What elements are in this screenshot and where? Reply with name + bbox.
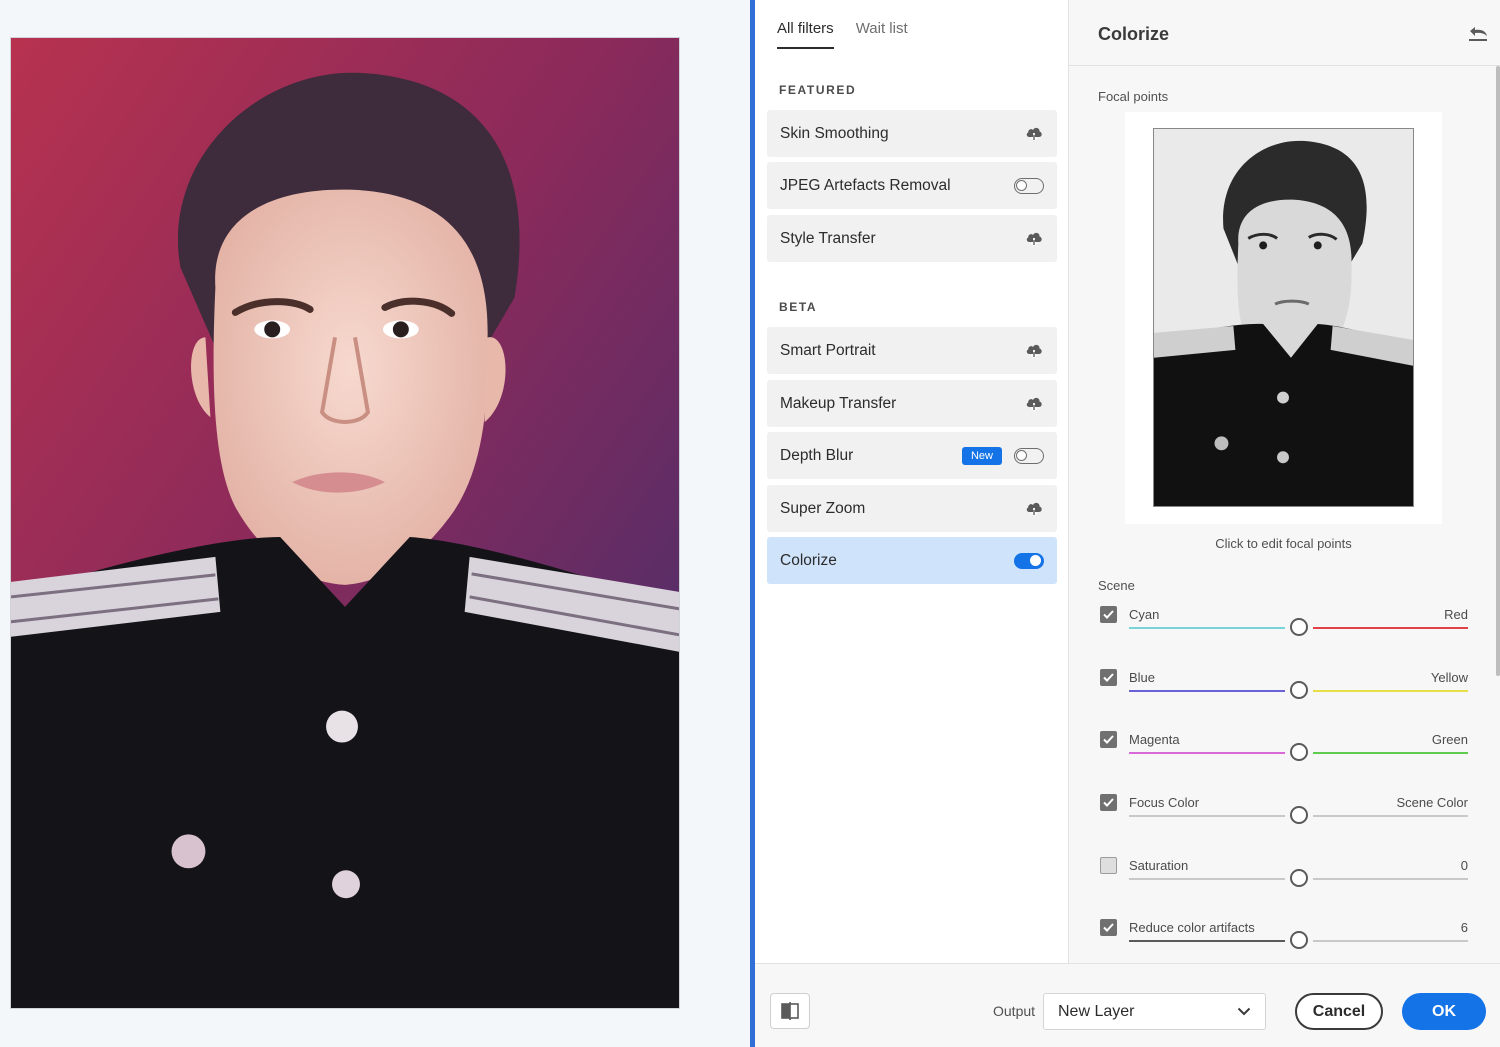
new-badge: New: [961, 446, 1002, 465]
slider-track-right: [1312, 690, 1468, 692]
before-after-compare-icon[interactable]: [770, 993, 810, 1029]
filter-label: JPEG Artefacts Removal: [780, 176, 951, 194]
chevron-down-icon: [1237, 1003, 1251, 1021]
slider-checkbox[interactable]: [1100, 731, 1117, 748]
colorize-toggle[interactable]: [1014, 552, 1044, 569]
tab-wait-list[interactable]: Wait list: [856, 20, 908, 49]
slider-right-label: Green: [1431, 732, 1468, 747]
checkmark-icon: [1103, 798, 1114, 807]
section-beta-title: BETA: [779, 300, 818, 314]
scrollbar[interactable]: [1496, 66, 1500, 676]
slider-track-right: [1312, 752, 1468, 754]
filter-label: Depth Blur: [780, 446, 854, 464]
slider-track-right: [1312, 878, 1468, 880]
slider-track-right: [1312, 815, 1468, 817]
filter-label: Super Zoom: [780, 499, 866, 517]
cloud-download-icon[interactable]: [1024, 343, 1044, 359]
jpeg-artefacts-toggle[interactable]: [1014, 177, 1044, 194]
colorize-settings-panel: Colorize Focal points Click to edit foca…: [1068, 0, 1500, 963]
slider-left-label: Saturation: [1129, 858, 1189, 873]
slider-checkbox[interactable]: [1100, 669, 1117, 686]
filter-label: Smart Portrait: [780, 341, 876, 359]
slider-thumb[interactable]: [1289, 806, 1308, 824]
image-canvas[interactable]: [0, 0, 750, 1047]
output-label: Output: [993, 1003, 1036, 1019]
slider-right-label: Yellow: [1430, 670, 1468, 685]
panel-header: Colorize: [1069, 0, 1500, 66]
filters-panel: All filters Wait list FEATURED Skin Smoo…: [755, 0, 1068, 963]
slider-track-left: [1129, 878, 1285, 880]
slider-right-label: 0: [1460, 858, 1468, 873]
slider-row: Cyan Red: [1098, 606, 1468, 656]
slider-thumb[interactable]: [1289, 743, 1308, 761]
cloud-download-icon[interactable]: [1024, 396, 1044, 412]
cloud-download-icon[interactable]: [1024, 501, 1044, 517]
slider-row: Reduce color artifacts 6: [1098, 919, 1468, 969]
dialog-footer: Output New Layer Cancel OK: [755, 963, 1500, 1047]
filter-label: Style Transfer: [780, 229, 876, 247]
scene-label: Scene: [1098, 578, 1135, 593]
filter-colorize[interactable]: Colorize: [767, 537, 1057, 584]
output-dropdown[interactable]: New Layer: [1043, 993, 1266, 1030]
output-value: New Layer: [1058, 1002, 1135, 1020]
cloud-download-icon[interactable]: [1024, 126, 1044, 142]
slider-row: Magenta Green: [1098, 731, 1468, 781]
filter-smart-portrait[interactable]: Smart Portrait: [767, 327, 1057, 374]
colorized-photo: [10, 37, 680, 1009]
cancel-button[interactable]: Cancel: [1295, 993, 1383, 1030]
slider-track-left: [1129, 815, 1285, 817]
portrait-image: [11, 38, 679, 1008]
focal-points-label: Focal points: [1098, 89, 1169, 104]
slider-right-label: Scene Color: [1396, 795, 1468, 810]
checkmark-icon: [1103, 923, 1114, 932]
slider-left-label: Focus Color: [1129, 795, 1200, 810]
slider-right-label: Red: [1444, 607, 1468, 622]
ok-button[interactable]: OK: [1402, 993, 1486, 1030]
slider-thumb[interactable]: [1289, 681, 1308, 699]
slider-left-label: Cyan: [1129, 607, 1160, 622]
filter-makeup-transfer[interactable]: Makeup Transfer: [767, 380, 1057, 427]
filter-skin-smoothing[interactable]: Skin Smoothing: [767, 110, 1057, 157]
filter-style-transfer[interactable]: Style Transfer: [767, 215, 1057, 262]
filter-label: Skin Smoothing: [780, 124, 889, 142]
filter-depth-blur[interactable]: Depth Blur New: [767, 432, 1057, 479]
filter-tabs: All filters Wait list: [777, 20, 908, 49]
slider-checkbox[interactable]: [1100, 606, 1117, 623]
slider-checkbox[interactable]: [1100, 794, 1117, 811]
checkmark-icon: [1103, 673, 1114, 682]
section-featured-title: FEATURED: [779, 83, 857, 97]
slider-row: Blue Yellow: [1098, 669, 1468, 719]
checkmark-icon: [1103, 610, 1114, 619]
slider-track-left: [1129, 940, 1285, 942]
slider-checkbox[interactable]: [1100, 919, 1117, 936]
focal-points-hint: Click to edit focal points: [1215, 536, 1352, 551]
reset-icon[interactable]: [1467, 22, 1489, 44]
checkmark-icon: [1103, 735, 1114, 744]
cloud-download-icon[interactable]: [1024, 231, 1044, 247]
slider-track-left: [1129, 690, 1285, 692]
slider-track-left: [1129, 627, 1285, 629]
slider-left-label: Magenta: [1129, 732, 1180, 747]
slider-track-right: [1312, 940, 1468, 942]
focal-points-thumbnail[interactable]: [1125, 112, 1442, 524]
slider-thumb[interactable]: [1289, 931, 1308, 949]
slider-thumb[interactable]: [1289, 869, 1308, 887]
slider-row: Saturation 0: [1098, 857, 1468, 907]
panel-title: Colorize: [1098, 24, 1170, 44]
slider-left-label: Blue: [1129, 670, 1156, 685]
depth-blur-toggle[interactable]: [1014, 447, 1044, 464]
grayscale-preview-image: [1153, 128, 1414, 507]
slider-thumb[interactable]: [1289, 618, 1308, 636]
filter-jpeg-artefacts-removal[interactable]: JPEG Artefacts Removal: [767, 162, 1057, 209]
filter-label: Colorize: [780, 551, 837, 569]
filter-label: Makeup Transfer: [780, 394, 897, 412]
slider-right-label: 6: [1460, 920, 1468, 935]
filter-super-zoom[interactable]: Super Zoom: [767, 485, 1057, 532]
tab-all-filters[interactable]: All filters: [777, 20, 834, 49]
slider-row: Focus Color Scene Color: [1098, 794, 1468, 844]
slider-track-left: [1129, 752, 1285, 754]
slider-left-label: Reduce color artifacts: [1129, 920, 1255, 935]
slider-checkbox[interactable]: [1100, 857, 1117, 874]
slider-track-right: [1312, 627, 1468, 629]
